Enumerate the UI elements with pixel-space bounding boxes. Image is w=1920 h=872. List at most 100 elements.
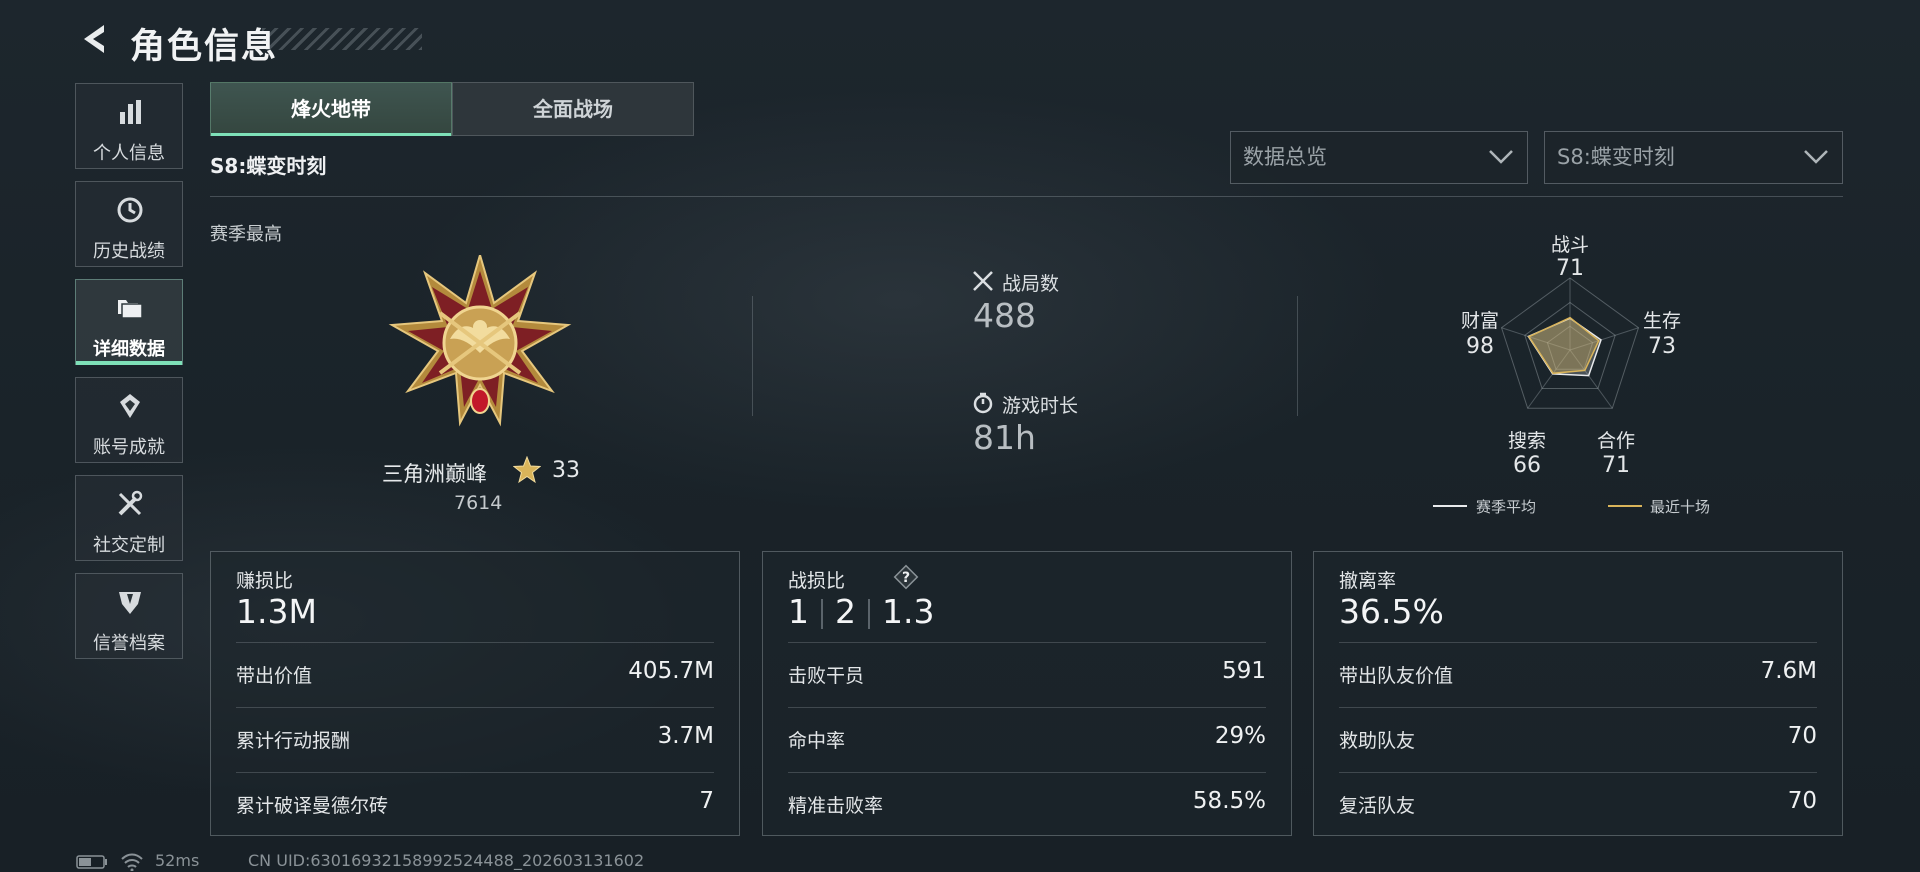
- radar-value-wealth: 98: [1466, 334, 1494, 359]
- stat-value: 3.7M: [657, 723, 714, 749]
- chevron-down-icon: [1489, 150, 1513, 164]
- stat-row: 精准击败率 58.5%: [788, 772, 1266, 837]
- stat-value: 29%: [1214, 723, 1266, 749]
- stat-value: 7: [699, 788, 714, 814]
- sidebar-item-label: 社交定制: [93, 535, 165, 556]
- svg-text:?: ?: [902, 570, 910, 586]
- season-best-label: 赛季最高: [210, 224, 282, 245]
- season-dropdown[interactable]: S8:蝶变时刻: [1544, 131, 1843, 184]
- playtime-label: 游戏时长: [1002, 395, 1079, 417]
- section-divider: [210, 196, 1843, 197]
- folders-icon: [118, 300, 143, 319]
- sidebar-item-detailed-data[interactable]: 详细数据: [75, 279, 183, 365]
- stat-label: 精准击败率: [788, 795, 884, 817]
- sidebar-item-label: 详细数据: [93, 339, 165, 360]
- tab-full-battlefield[interactable]: 全面战场: [452, 82, 694, 136]
- kd-separator: [821, 598, 823, 629]
- legend-season-avg: 赛季平均: [1476, 498, 1537, 516]
- tools-icon: [118, 490, 143, 516]
- radar-value-combat: 71: [1556, 256, 1584, 281]
- matches-value: 488: [973, 296, 1036, 335]
- uid-text: CN UID:6301693215899252448​8_20260313160…: [248, 851, 645, 870]
- stat-label: 复活队友: [1339, 795, 1416, 817]
- ability-radar-chart: [1500, 277, 1640, 409]
- crossed-swords-icon: [973, 271, 993, 291]
- sidebar-item-achievements[interactable]: 账号成就: [75, 377, 183, 463]
- rank-star-count: 33: [552, 458, 580, 483]
- card-title: 撤离率: [1339, 570, 1397, 592]
- title-decoration: [262, 28, 422, 50]
- rank-medal-emblem: [388, 255, 572, 427]
- stat-label: 累计破译曼德尔砖: [236, 795, 389, 817]
- sidebar-item-reputation[interactable]: 信誉档案: [75, 573, 183, 659]
- rank-name: 三角洲巅峰: [382, 462, 487, 486]
- stat-row: 累计行动报酬 3.7M: [236, 707, 714, 772]
- sidebar-item-label: 账号成就: [93, 437, 165, 458]
- card-main-value: 1.3M: [236, 592, 317, 631]
- column-divider: [1297, 296, 1298, 416]
- stat-row: 复活队友 70: [1339, 772, 1817, 837]
- stat-label: 救助队友: [1339, 730, 1416, 752]
- kd-ratio-card: 战损比 ? 1 2 1.3 击败干员 591 命中率 29% 精准击败率 58.5%: [762, 551, 1292, 836]
- help-icon[interactable]: ?: [893, 564, 919, 590]
- data-view-dropdown[interactable]: 数据总览: [1230, 131, 1528, 184]
- column-divider: [752, 296, 753, 416]
- stat-label: 带出价值: [236, 665, 313, 687]
- kd-separator: [868, 598, 870, 629]
- rank-score: 7614: [454, 492, 503, 514]
- tab-hazard-zone[interactable]: 烽火地带: [210, 82, 452, 136]
- radar-value-search: 66: [1513, 453, 1541, 478]
- back-arrow-icon[interactable]: [76, 22, 110, 56]
- legend-recent: 最近十场: [1650, 498, 1711, 516]
- stat-row: 带出队友价值 7.6M: [1339, 642, 1817, 707]
- sidebar-item-label: 个人信息: [93, 143, 165, 164]
- kills-value: 1: [788, 592, 809, 631]
- chevron-down-icon: [1804, 150, 1828, 164]
- wifi-icon: [121, 853, 143, 871]
- sidebar-item-label: 信誉档案: [93, 633, 165, 654]
- stat-row: 带出价值 405.7M: [236, 642, 714, 707]
- stat-label: 命中率: [788, 730, 846, 752]
- radar-label-search: 搜索: [1507, 430, 1546, 452]
- profit-ratio-card: 赚损比 1.3M 带出价值 405.7M 累计行动报酬 3.7M 累计破译曼德尔…: [210, 551, 740, 836]
- extraction-rate-card: 撤离率 36.5% 带出队友价值 7.6M 救助队友 70 复活队友 70: [1313, 551, 1843, 836]
- sidebar-item-personal-info[interactable]: 个人信息: [75, 83, 183, 169]
- matches-label: 战局数: [1002, 273, 1060, 295]
- legend-swatch-season-avg: [1433, 505, 1467, 507]
- data-view-value: 数据总览: [1243, 145, 1327, 169]
- stat-label: 累计行动报酬: [236, 730, 351, 752]
- stat-value: 70: [1787, 788, 1817, 814]
- playtime-value: 81h: [973, 418, 1036, 457]
- kd-values: 1 2 1.3: [788, 592, 934, 631]
- star-icon: [513, 456, 541, 484]
- stat-row: 救助队友 70: [1339, 707, 1817, 772]
- stat-row: 击败干员 591: [788, 642, 1266, 707]
- battery-icon: [76, 855, 107, 869]
- reputation-shield-icon: [119, 592, 141, 614]
- achievement-icon: [120, 394, 140, 418]
- card-title: 战损比: [788, 570, 846, 592]
- stat-label: 击败干员: [788, 665, 865, 687]
- sidebar-item-social[interactable]: 社交定制: [75, 475, 183, 561]
- stat-row: 累计破译曼德尔砖 7: [236, 772, 714, 837]
- ping-readout: 52ms: [155, 851, 200, 870]
- sidebar-item-label: 历史战绩: [93, 241, 165, 262]
- sidebar-item-history[interactable]: 历史战绩: [75, 181, 183, 267]
- legend-swatch-recent: [1608, 505, 1642, 507]
- bar-chart-icon: [120, 100, 141, 124]
- stat-value: 70: [1787, 723, 1817, 749]
- stat-value: 7.6M: [1760, 658, 1817, 684]
- page-title: 角色信息: [130, 27, 279, 67]
- season-title: S8:蝶变时刻: [210, 154, 327, 178]
- season-select-value: S8:蝶变时刻: [1557, 145, 1675, 169]
- history-clock-icon: [117, 197, 143, 223]
- card-main-value: 36.5%: [1339, 592, 1444, 631]
- stat-label: 带出队友价值: [1339, 665, 1454, 687]
- stat-value: 591: [1222, 658, 1266, 684]
- stat-row: 命中率 29%: [788, 707, 1266, 772]
- radar-label-teamwork: 合作: [1596, 430, 1635, 452]
- stopwatch-icon: [973, 392, 993, 414]
- kd-ratio-value: 1.3: [882, 592, 935, 631]
- deaths-value: 2: [835, 592, 856, 631]
- radar-label-wealth: 财富: [1460, 310, 1499, 332]
